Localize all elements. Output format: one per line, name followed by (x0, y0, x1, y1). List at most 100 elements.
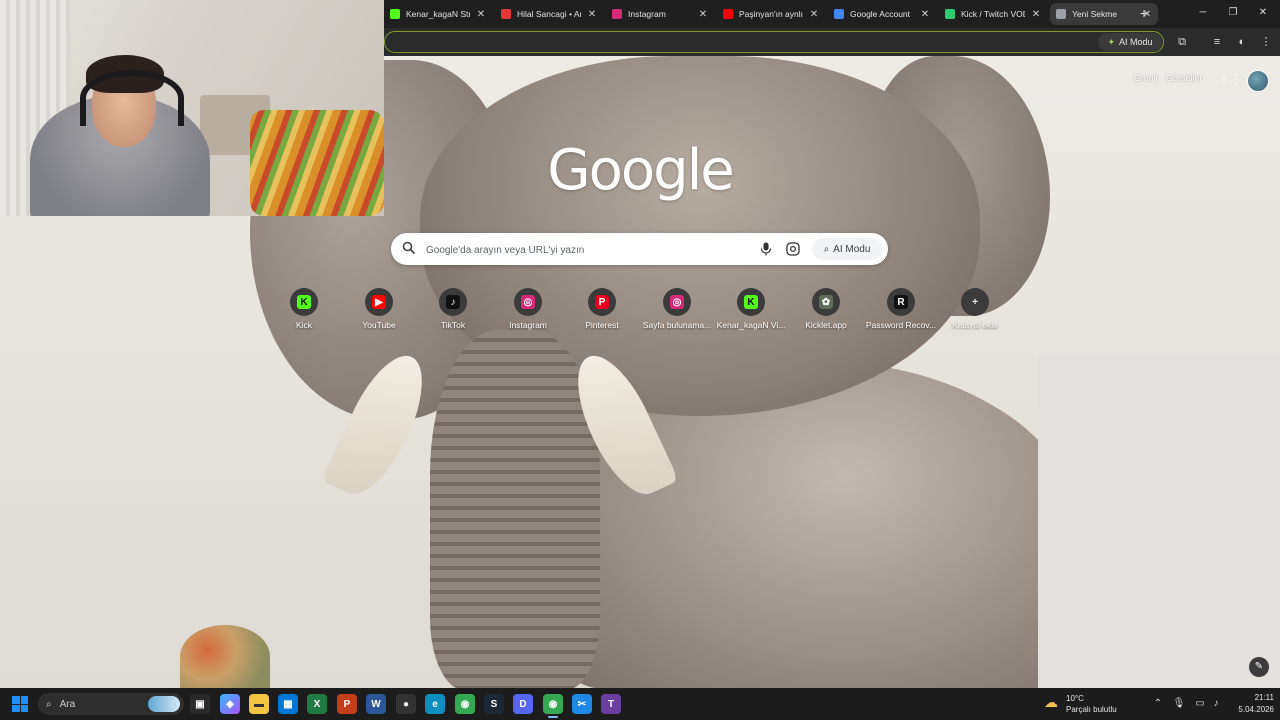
webcam-sofa (250, 110, 384, 216)
file-explorer-icon[interactable]: ▬ (249, 694, 269, 714)
tab-0[interactable]: Kenar_kagaN Stre ✕ (384, 3, 492, 25)
tab-close-icon[interactable]: ✕ (476, 9, 486, 20)
taskbar-search[interactable]: ⌕ Ara (38, 693, 184, 715)
account-avatar[interactable] (1247, 70, 1269, 92)
ai-search-icon: ⌕ (823, 243, 830, 255)
tab-4[interactable]: Google Account ✕ (828, 3, 936, 25)
images-link[interactable]: Görseller (1166, 73, 1203, 83)
tab-close-icon[interactable]: ✕ (920, 9, 930, 20)
shortcut-tile: ✿ (812, 288, 840, 316)
tab-5[interactable]: Kick / Twitch VOD ✕ (939, 3, 1047, 25)
shortcut-tile: ▶ (365, 288, 393, 316)
chrome-icon (1056, 9, 1066, 19)
steam-icon[interactable]: S (484, 694, 504, 714)
customize-pencil-icon[interactable]: ✎ (1249, 657, 1269, 677)
taskbar-search-label: Ara (59, 698, 76, 710)
instagram-icon: ◎ (670, 295, 684, 309)
snipping-tool-icon[interactable]: ✂ (572, 694, 592, 714)
search-input[interactable] (424, 240, 748, 260)
shortcut-1[interactable]: ▶ YouTube (342, 288, 416, 344)
weather-desc: Parçalı bulutlu (1066, 705, 1117, 714)
google-logo: Google (547, 138, 734, 203)
tab-1[interactable]: Hilal Sancagi • An ✕ (495, 3, 603, 25)
shortcut-2[interactable]: ♪ TikTok (416, 288, 490, 344)
excel-icon[interactable]: X (307, 694, 327, 714)
record-icon (501, 9, 511, 19)
elephant-trunk (430, 330, 600, 690)
new-tab-button[interactable]: + (1136, 4, 1152, 22)
profile-icon[interactable]: ◐ (1234, 34, 1250, 50)
ai-mode-toolbar-label: AI Modu (1119, 37, 1153, 47)
gmail-link[interactable]: Gmail (1134, 73, 1158, 83)
shortcut-tile: P (588, 288, 616, 316)
media-control-icon[interactable]: ≡ (1209, 34, 1225, 50)
shortcut-label: Password Recov... (865, 320, 937, 330)
shortcut-4[interactable]: P Pinterest (565, 288, 639, 344)
tab-3[interactable]: Paşinyan'ın aynlık ✕ (717, 3, 825, 25)
copilot-icon[interactable]: ◈ (220, 694, 240, 714)
shortcut-8[interactable]: R Password Recov... (864, 288, 938, 344)
taskbar-search-icon: ⌕ (46, 698, 52, 710)
task-view-icon[interactable]: ▣ (190, 694, 210, 714)
minimize-icon[interactable]: ─ (1188, 4, 1218, 22)
tab-title: Kick / Twitch VOD (961, 9, 1025, 19)
shortcut-6[interactable]: K Kenar_kagaN Vi... (714, 288, 788, 344)
shortcut-tile: ♪ (439, 288, 467, 316)
tray-network-icon[interactable]: ▭ (1193, 697, 1207, 711)
shortcut-3[interactable]: ◎ Instagram (491, 288, 565, 344)
shortcut-0[interactable]: K Kick (267, 288, 341, 344)
discord-icon[interactable]: D (513, 694, 533, 714)
shortcut-7[interactable]: ✿ Kicklet.app (789, 288, 863, 344)
tab-close-icon[interactable]: ✕ (809, 9, 819, 20)
apps-grid-icon[interactable]: ⋮⋮ (1218, 72, 1242, 86)
chrome-active-icon[interactable]: ◉ (543, 694, 563, 714)
youtube-icon (723, 9, 733, 19)
address-bar[interactable] (384, 31, 1164, 53)
microphone-icon[interactable] (760, 242, 772, 256)
pinterest-icon: P (595, 295, 609, 309)
ai-mode-toolbar-button[interactable]: ✦ AI Modu (1098, 33, 1162, 51)
flower-pot (180, 625, 270, 688)
tab-close-icon[interactable]: ✕ (698, 9, 708, 20)
kicklet-icon: ✿ (819, 295, 833, 309)
system-clock[interactable]: 21:11 5.04.2026 (1222, 692, 1274, 716)
shortcut-label: Pinterest (585, 320, 619, 330)
weather-widget[interactable]: ☁ 10°C Parçalı bulutlu (1044, 692, 1154, 716)
tray-chevron-icon[interactable]: ⌃ (1151, 697, 1165, 711)
edge-icon[interactable]: e (425, 694, 445, 714)
ai-mode-button[interactable]: ⌕ AI Modu (812, 238, 882, 260)
tab-title: Kenar_kagaN Stre (406, 9, 470, 19)
instagram-icon (612, 9, 622, 19)
menu-icon[interactable]: ⋮ (1258, 34, 1274, 50)
extensions-icon[interactable]: ⧉ (1174, 34, 1190, 50)
shortcut-tile: ◎ (514, 288, 542, 316)
close-window-icon[interactable]: ✕ (1248, 4, 1278, 22)
shortcut-tile: K (290, 288, 318, 316)
instagram-icon: ◎ (521, 295, 535, 309)
chrome-icon[interactable]: ◉ (455, 694, 475, 714)
shortcut-5[interactable]: ◎ Sayfa bulunama... (640, 288, 714, 344)
google-lens-icon[interactable] (786, 242, 800, 256)
powerpoint-icon[interactable]: P (337, 694, 357, 714)
tab-close-icon[interactable]: ✕ (587, 9, 597, 20)
tray-mic-icon[interactable]: 🎙 (1172, 697, 1186, 711)
word-icon[interactable]: W (366, 694, 386, 714)
tab-title: Hilal Sancagi • An (517, 9, 581, 19)
tray-volume-icon[interactable]: ♪ (1209, 697, 1223, 711)
d-icon (945, 9, 955, 19)
ai-mode-label: AI Modu (833, 243, 871, 255)
weather-cloud-icon: ☁ (1044, 694, 1058, 710)
tab-2[interactable]: Instagram ✕ (606, 3, 714, 25)
clock-time: 21:11 (1254, 693, 1274, 702)
twitch-icon[interactable]: T (601, 694, 621, 714)
obs-icon[interactable]: ● (396, 694, 416, 714)
shortcut-tile: ◎ (663, 288, 691, 316)
ai-sparkle-icon: ✦ (1107, 36, 1115, 47)
shortcut-tile: R (887, 288, 915, 316)
store-icon[interactable]: ▦ (278, 694, 298, 714)
shortcut-9[interactable]: + Kısayol ekle (938, 288, 1012, 344)
restore-icon[interactable]: ❐ (1218, 4, 1248, 22)
tab-title: Yeni Sekme (1072, 9, 1118, 19)
tab-close-icon[interactable]: ✕ (1031, 9, 1041, 20)
windows-start-icon[interactable] (12, 696, 28, 712)
